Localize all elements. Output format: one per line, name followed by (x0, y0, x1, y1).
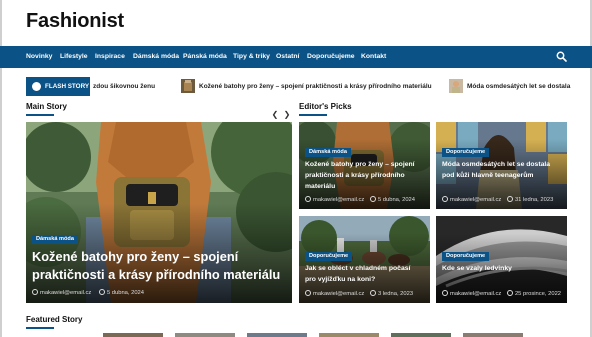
ticker-thumbnail[interactable] (449, 79, 463, 93)
featured-story-thumbnail[interactable] (247, 333, 307, 337)
main-story-card[interactable]: Dámská móda Kožené batohy pro ženy – spo… (26, 122, 292, 303)
nav-item-damska-moda[interactable]: Dámská móda (133, 46, 179, 68)
clock-icon (506, 290, 513, 296)
editors-pick-title[interactable]: Kožené batohy pro ženy – spojení praktič… (305, 159, 423, 192)
featured-story-thumbnail[interactable] (463, 333, 523, 337)
editors-pick-card[interactable]: Doporučujeme Móda osmdesátých let se dos… (436, 122, 567, 209)
post-meta: makawiel@email.cz 25 prosince, 2022 (442, 290, 561, 297)
user-icon (442, 196, 448, 202)
user-icon (442, 290, 448, 296)
editors-pick-title[interactable]: Jak se obléct v chladném počasí pro vyjí… (305, 263, 423, 285)
clock-icon (369, 196, 376, 202)
post-date: 5 dubna, 2024 (106, 290, 145, 296)
live-dot-icon (32, 82, 41, 91)
featured-story-thumbnail[interactable] (391, 333, 451, 337)
site-title[interactable]: Fashionist (26, 10, 124, 33)
nav-item-novinky[interactable]: Novinky (26, 46, 52, 68)
category-badge[interactable]: Doporučujeme (442, 252, 490, 261)
category-badge[interactable]: Dámská móda (305, 148, 351, 157)
author-name: makawiel@email.cz (450, 197, 502, 203)
nav-item-ostatni[interactable]: Ostatní (276, 46, 299, 68)
post-meta: makawiel@email.cz 3 ledna, 2023 (305, 290, 413, 297)
author-name: makawiel@email.cz (40, 290, 92, 296)
editors-pick-title[interactable]: Móda osmdesátých let se dostala pod kůži… (442, 159, 560, 181)
section-underline (299, 114, 327, 116)
nav-item-inspirace[interactable]: Inspirace (95, 46, 125, 68)
post-meta: makawiel@email.cz 5 dubna, 2024 (305, 196, 415, 203)
chevron-right-icon[interactable]: ❯ (282, 110, 292, 120)
ticker-item[interactable]: zdou šikovnou ženu (93, 77, 155, 96)
category-badge[interactable]: Doporučujeme (305, 252, 353, 261)
chevron-left-icon[interactable]: ❮ (270, 110, 280, 120)
section-title-editors-picks: Editor's Picks (299, 102, 352, 111)
post-meta: makawiel@email.cz 31 ledna, 2023 (442, 196, 553, 203)
post-date: 5 dubna, 2024 (377, 197, 416, 203)
ticker-item[interactable]: Kožené batohy pro ženy – spojení praktič… (199, 77, 432, 96)
main-navigation: Novinky Lifestyle Inspirace Dámská móda … (0, 46, 592, 68)
main-story-meta: makawiel@email.cz 5 dubna, 2024 (32, 289, 144, 296)
nav-item-lifestyle[interactable]: Lifestyle (60, 46, 88, 68)
featured-story-thumbnail[interactable] (103, 333, 163, 337)
section-title-main-story: Main Story (26, 102, 67, 111)
post-date: 25 prosince, 2022 (514, 291, 562, 297)
section-underline (26, 114, 54, 116)
editors-pick-card[interactable]: Doporučujeme Kde se vzaly ledvinky makaw… (436, 216, 567, 303)
post-date: 31 ledna, 2023 (514, 197, 554, 203)
author-name: makawiel@email.cz (313, 197, 365, 203)
clock-icon (98, 289, 105, 295)
user-icon (32, 289, 38, 295)
flash-story-label: FLASH STORY (26, 77, 90, 96)
author-name: makawiel@email.cz (313, 291, 365, 297)
flash-story-text: FLASH STORY (45, 83, 90, 90)
clock-icon (506, 196, 513, 202)
clock-icon (369, 290, 376, 296)
nav-item-tipy-triky[interactable]: Tipy & triky (233, 46, 270, 68)
main-story-title[interactable]: Kožené batohy pro ženy – spojení praktič… (32, 248, 288, 284)
ticker-item[interactable]: Móda osmdesátých let se dostala (467, 77, 570, 96)
featured-story-thumbnail[interactable] (175, 333, 235, 337)
author-name: makawiel@email.cz (450, 291, 502, 297)
nav-item-doporucujeme[interactable]: Doporučujeme (307, 46, 355, 68)
section-underline (26, 327, 54, 329)
post-date: 3 ledna, 2023 (377, 291, 414, 297)
editors-pick-card[interactable]: Doporučujeme Jak se obléct v chladném po… (299, 216, 430, 303)
user-icon (305, 290, 311, 296)
nav-item-panska-moda[interactable]: Pánská móda (183, 46, 227, 68)
flash-story-ticker: FLASH STORY zdou šikovnou ženu Kožené ba… (26, 77, 570, 96)
featured-story-thumbnail[interactable] (319, 333, 379, 337)
user-icon (305, 196, 311, 202)
ticker-thumbnail[interactable] (181, 79, 195, 93)
search-icon[interactable] (556, 51, 567, 62)
category-badge[interactable]: Doporučujeme (442, 148, 490, 157)
nav-item-kontakt[interactable]: Kontakt (361, 46, 386, 68)
category-badge[interactable]: Dámská móda (32, 235, 78, 244)
section-title-featured-story: Featured Story (26, 315, 83, 324)
editors-pick-title[interactable]: Kde se vzaly ledvinky (442, 263, 560, 274)
editors-pick-card[interactable]: Dámská móda Kožené batohy pro ženy – spo… (299, 122, 430, 209)
